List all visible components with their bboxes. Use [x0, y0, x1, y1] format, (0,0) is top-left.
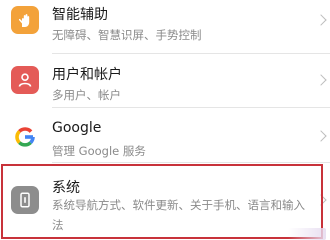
google-icon — [11, 123, 39, 151]
chevron-right-icon — [315, 130, 327, 142]
chevron-right-icon — [315, 14, 327, 26]
settings-item-subtitle: 多用户、帐户 — [52, 88, 121, 102]
settings-item-users-accounts[interactable]: 用户和帐户 多用户、帐户 — [0, 52, 330, 108]
settings-item-title: Google — [52, 120, 102, 136]
settings-item-subtitle: 无障碍、智慧识屏、手势控制 — [52, 28, 202, 42]
settings-item-system[interactable]: 系统 系统导航方式、软件更新、关于手机、语言和输入法 — [0, 164, 330, 240]
settings-item-title: 系统 — [52, 180, 80, 196]
divider — [52, 162, 330, 163]
watermark — [288, 228, 326, 240]
phone-icon — [11, 186, 39, 214]
chevron-right-icon — [315, 194, 327, 206]
hand-icon — [11, 6, 39, 34]
chevron-right-icon — [315, 74, 327, 86]
settings-item-subtitle: 管理 Google 服务 — [52, 144, 146, 158]
settings-item-subtitle: 系统导航方式、软件更新、关于手机、语言和输入法 — [52, 198, 305, 232]
user-icon — [11, 66, 39, 94]
settings-item-title: 用户和帐户 — [52, 67, 122, 83]
settings-item-smart-assist[interactable]: 智能辅助 无障碍、智慧识屏、手势控制 — [0, 0, 330, 50]
settings-item-google[interactable]: Google 管理 Google 服务 — [0, 109, 330, 165]
divider — [52, 107, 330, 108]
settings-list: 智能辅助 无障碍、智慧识屏、手势控制 用户和帐户 多用户、帐户 Google 管… — [0, 0, 330, 240]
settings-item-title: 智能辅助 — [52, 7, 108, 23]
